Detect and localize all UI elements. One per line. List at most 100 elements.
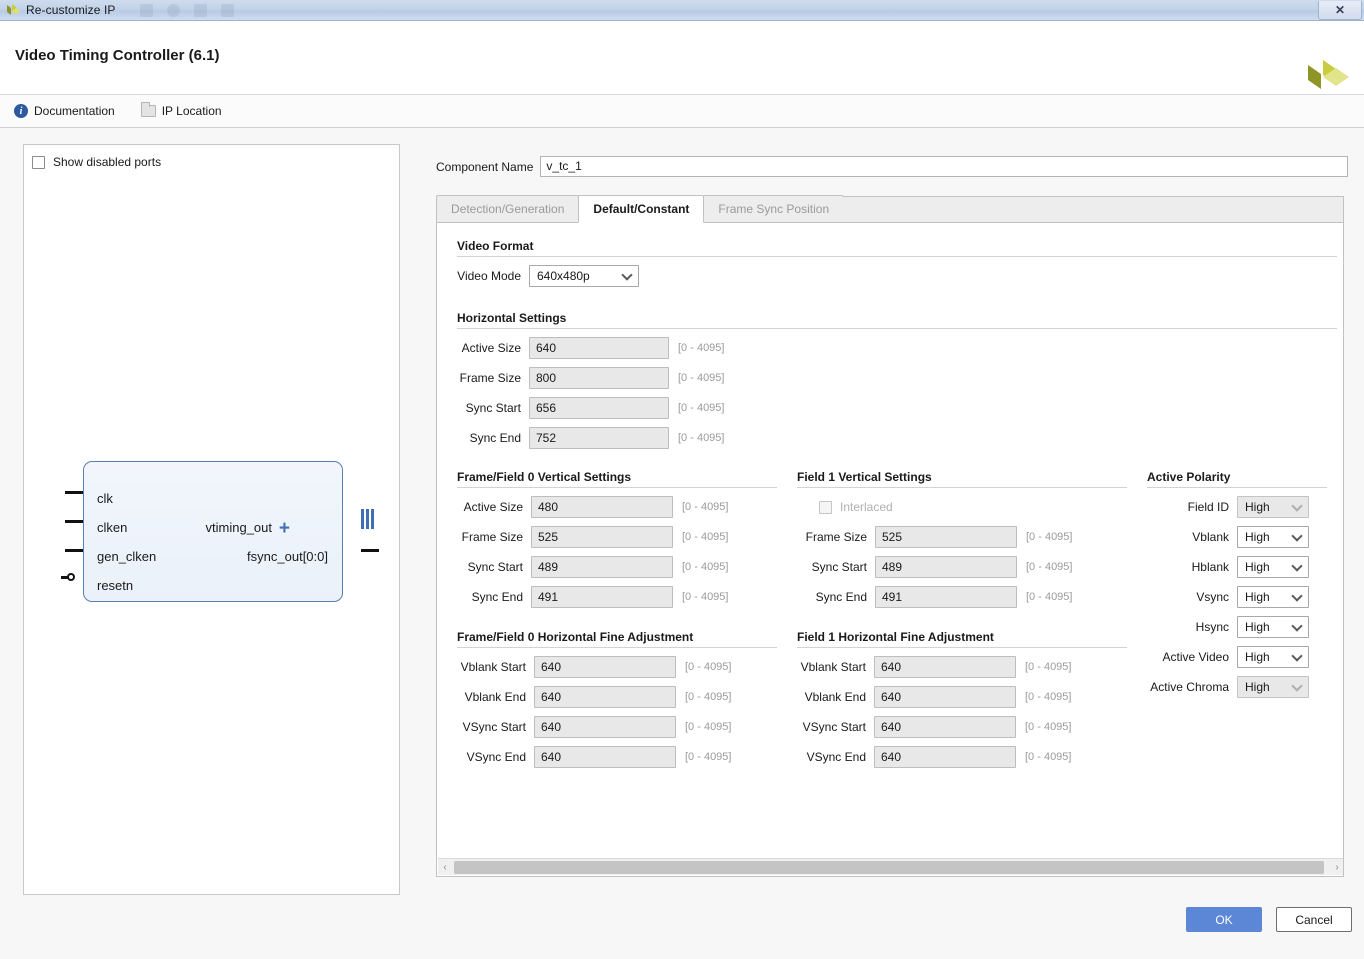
tab-default-constant[interactable]: Default/Constant bbox=[578, 195, 704, 223]
field0-hfine-vsync-end-input[interactable]: 640 bbox=[534, 746, 676, 768]
field0-vertical-sync-end-input[interactable]: 491 bbox=[531, 586, 673, 608]
video-mode-label: Video Mode bbox=[447, 269, 529, 283]
field-row: Frame Size 800 [0 - 4095] bbox=[447, 367, 1337, 389]
tab-frame-sync-position[interactable]: Frame Sync Position bbox=[703, 195, 844, 222]
video-mode-select[interactable]: 640x480p bbox=[529, 265, 639, 287]
horizontal-frame-size-input[interactable]: 800 bbox=[529, 367, 669, 389]
xilinx-small-logo-icon bbox=[5, 2, 21, 18]
interlaced-label: Interlaced bbox=[840, 500, 893, 514]
chevron-down-icon bbox=[1291, 650, 1302, 661]
field-label: VSync End bbox=[447, 750, 534, 764]
horizontal-scrollbar[interactable]: ‹ › bbox=[438, 858, 1344, 875]
show-disabled-ports-checkbox[interactable]: Show disabled ports bbox=[32, 155, 161, 169]
scroll-right-arrow-icon[interactable]: › bbox=[1330, 859, 1344, 876]
field1-hfine-vsync-end-input[interactable]: 640 bbox=[874, 746, 1016, 768]
field-label: Active Chroma bbox=[1137, 680, 1237, 694]
polarity-vblank-select[interactable]: High bbox=[1237, 526, 1309, 548]
field-row: Frame Size 525 [0 - 4095] bbox=[787, 526, 1127, 548]
pin-fsync-out bbox=[361, 549, 379, 552]
port-label-fsync-out: fsync_out[0:0] bbox=[247, 549, 328, 564]
group-field1-horizontal-fine: Field 1 Horizontal Fine Adjustment Vblan… bbox=[787, 630, 1127, 768]
field0-vertical-frame-size-input[interactable]: 525 bbox=[531, 526, 673, 548]
field-label: VSync Start bbox=[787, 720, 874, 734]
ok-button[interactable]: OK bbox=[1186, 907, 1262, 932]
field-range: [0 - 4095] bbox=[669, 372, 724, 384]
re-customize-ip-dialog: Re-customize IP ✕ Video Timing Controlle… bbox=[0, 0, 1364, 959]
field-label: Frame Size bbox=[787, 530, 875, 544]
polarity-value: High bbox=[1245, 560, 1270, 574]
divider-field0-vertical bbox=[457, 487, 777, 488]
horizontal-sync-end-input[interactable]: 752 bbox=[529, 427, 669, 449]
field1-vertical-sync-start-input[interactable]: 489 bbox=[875, 556, 1017, 578]
component-name-input[interactable]: v_tc_1 bbox=[540, 156, 1348, 177]
polarity-hsync-select[interactable]: High bbox=[1237, 616, 1309, 638]
field-label: Sync End bbox=[447, 431, 529, 445]
polarity-value: High bbox=[1245, 590, 1270, 604]
field-row: Hblank High bbox=[1137, 556, 1327, 578]
scrollbar-thumb[interactable] bbox=[454, 861, 1324, 874]
field1-vertical-frame-size-input[interactable]: 525 bbox=[875, 526, 1017, 548]
checkbox-box[interactable] bbox=[819, 501, 832, 514]
polarity-value: High bbox=[1245, 650, 1270, 664]
polarity-field-id-select[interactable]: High bbox=[1237, 496, 1309, 518]
pin-clk bbox=[65, 491, 83, 494]
cancel-button[interactable]: Cancel bbox=[1276, 907, 1352, 932]
polarity-hblank-select[interactable]: High bbox=[1237, 556, 1309, 578]
field-label: Sync End bbox=[447, 590, 531, 604]
field-row: Active Chroma High bbox=[1137, 676, 1327, 698]
ip-block-symbol: clk clken gen_clken resetn vtiming_out f… bbox=[83, 461, 343, 602]
horizontal-sync-start-input[interactable]: 656 bbox=[529, 397, 669, 419]
field-range: [0 - 4095] bbox=[1017, 531, 1072, 543]
documentation-button[interactable]: i Documentation bbox=[14, 104, 115, 118]
xilinx-logo-icon bbox=[1304, 55, 1350, 95]
group-field1-vertical: Field 1 Vertical Settings Interlaced Fra… bbox=[787, 470, 1127, 608]
field0-hfine-vblank-end-input[interactable]: 640 bbox=[534, 686, 676, 708]
field-row: Sync Start 656 [0 - 4095] bbox=[447, 397, 1337, 419]
field-row: Sync End 752 [0 - 4095] bbox=[447, 427, 1337, 449]
field-range: [0 - 4095] bbox=[676, 691, 731, 703]
field1-vertical-sync-end-input[interactable]: 491 bbox=[875, 586, 1017, 608]
field1-hfine-vblank-end-input[interactable]: 640 bbox=[874, 686, 1016, 708]
horizontal-active-size-input[interactable]: 640 bbox=[529, 337, 669, 359]
scroll-left-arrow-icon[interactable]: ‹ bbox=[438, 859, 452, 876]
field1-hfine-vsync-start-input[interactable]: 640 bbox=[874, 716, 1016, 738]
polarity-vsync-select[interactable]: High bbox=[1237, 586, 1309, 608]
group-field0-horizontal-fine: Frame/Field 0 Horizontal Fine Adjustment… bbox=[447, 630, 777, 768]
dialog-header: Video Timing Controller (6.1) bbox=[0, 21, 1364, 95]
polarity-active-chroma-select[interactable]: High bbox=[1237, 676, 1309, 698]
field-label: Sync Start bbox=[447, 560, 531, 574]
chevron-down-icon bbox=[1291, 590, 1302, 601]
close-icon[interactable]: ✕ bbox=[1318, 1, 1362, 20]
ip-location-button[interactable]: IP Location bbox=[141, 104, 222, 118]
field0-vertical-sync-start-input[interactable]: 489 bbox=[531, 556, 673, 578]
port-label-gen-clken: gen_clken bbox=[97, 549, 156, 564]
chevron-down-icon bbox=[1291, 560, 1302, 571]
chevron-down-icon bbox=[1291, 680, 1302, 691]
divider-field1-vertical bbox=[797, 487, 1127, 488]
field-label: Sync Start bbox=[787, 560, 875, 574]
scrollbar-track[interactable] bbox=[452, 861, 1330, 874]
field-label: Vblank Start bbox=[447, 660, 534, 674]
ip-symbol-panel: Show disabled ports clk clken gen_clken … bbox=[23, 144, 400, 895]
polarity-active-video-select[interactable]: High bbox=[1237, 646, 1309, 668]
tab-detection-generation[interactable]: Detection/Generation bbox=[436, 195, 579, 222]
tab-strip-filler bbox=[843, 196, 1344, 222]
field-range: [0 - 4095] bbox=[1016, 751, 1071, 763]
field1-hfine-vblank-start-input[interactable]: 640 bbox=[874, 656, 1016, 678]
group-title-field0-horizontal-fine: Frame/Field 0 Horizontal Fine Adjustment bbox=[447, 630, 777, 644]
field0-hfine-vsync-start-input[interactable]: 640 bbox=[534, 716, 676, 738]
field0-hfine-vblank-start-input[interactable]: 640 bbox=[534, 656, 676, 678]
field-label: Sync Start bbox=[447, 401, 529, 415]
field0-vertical-active-size-input[interactable]: 480 bbox=[531, 496, 673, 518]
expand-bus-plus-icon[interactable]: + bbox=[279, 519, 290, 538]
interlaced-checkbox[interactable]: Interlaced bbox=[787, 496, 1127, 518]
polarity-value: High bbox=[1245, 620, 1270, 634]
field-row: VSync End 640 [0 - 4095] bbox=[447, 746, 777, 768]
field-range: [0 - 4095] bbox=[676, 721, 731, 733]
chevron-down-icon bbox=[1291, 500, 1302, 511]
field-row: Frame Size 525 [0 - 4095] bbox=[447, 526, 777, 548]
field-label: Active Size bbox=[447, 341, 529, 355]
window-titlebar: Re-customize IP ✕ bbox=[0, 0, 1364, 21]
field-range: [0 - 4095] bbox=[669, 432, 724, 444]
checkbox-box[interactable] bbox=[32, 156, 45, 169]
